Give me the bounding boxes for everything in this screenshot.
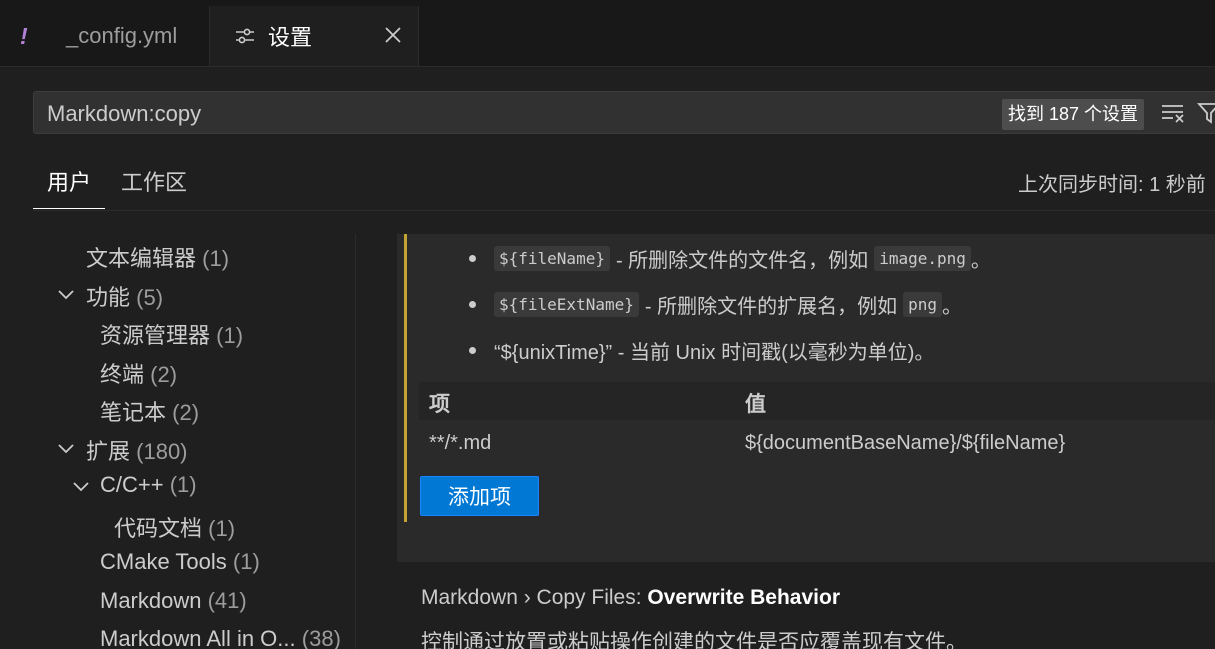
toc-item-cpp[interactable]: C/C++ (1) xyxy=(100,472,197,498)
chevron-down-icon[interactable] xyxy=(57,289,75,301)
toc-label: Markdown All in O... xyxy=(100,626,296,649)
sync-status: 上次同步时间: 1 秒前 xyxy=(1018,174,1206,196)
bullet-text: - 所删除文件的扩展名，例如 xyxy=(644,296,898,318)
code-variable: ${fileName} xyxy=(494,246,610,271)
toc-count: (38) xyxy=(301,626,341,649)
setting-title: Markdown › Copy Files: Overwrite Behavio… xyxy=(421,586,840,610)
toc-item-explorer[interactable]: 资源管理器 (1) xyxy=(100,318,243,350)
table-row[interactable]: **/*.md ${documentBaseName}/${fileName} xyxy=(419,422,1215,462)
toc-count: (1) xyxy=(169,472,197,497)
toc-label: 代码文档 xyxy=(114,516,203,541)
filter-icon[interactable] xyxy=(1197,101,1215,125)
tab-label: 设置 xyxy=(268,25,313,50)
toc-item-text-editor[interactable]: 文本编辑器 (1) xyxy=(86,241,229,273)
table-header: 项 值 xyxy=(419,382,1215,420)
toc-label: 笔记本 xyxy=(100,400,167,425)
toc-count: (180) xyxy=(136,439,188,464)
setting-description: 控制通过放置或粘贴操作创建的文件是否应覆盖现有文件。 xyxy=(421,631,967,649)
toc-count: (2) xyxy=(150,362,178,387)
list-item: “${unixTime}” - 当前 Unix 时间戳(以毫秒为单位)。 xyxy=(469,336,934,365)
bullet-text: “${unixTime}” - 当前 Unix 时间戳(以毫秒为单位)。 xyxy=(494,342,935,364)
settings-sliders-icon xyxy=(236,28,254,44)
toc-item-cmake-tools[interactable]: CMake Tools (1) xyxy=(100,549,260,575)
value-column-header: 值 xyxy=(745,393,766,416)
code-example: png xyxy=(903,292,942,317)
tab-config-yml[interactable]: ! _config.yml xyxy=(0,6,210,66)
toc-item-extensions[interactable]: 扩展 (180) xyxy=(86,434,188,466)
toc-item-features[interactable]: 功能 (5) xyxy=(86,280,163,312)
toc-label: 文本编辑器 xyxy=(86,246,197,271)
toc-count: (1) xyxy=(232,549,260,574)
chevron-down-icon[interactable] xyxy=(57,443,75,455)
code-example: image.png xyxy=(874,246,971,271)
code-variable: ${fileExtName} xyxy=(494,292,639,317)
key-column-header: 项 xyxy=(429,393,450,416)
bullet-end: 。 xyxy=(970,250,991,272)
settings-search-box: 找到 187 个设置 xyxy=(33,91,1215,134)
search-input[interactable] xyxy=(45,100,949,128)
bullet-end: 。 xyxy=(941,296,962,318)
bullet-dot xyxy=(469,347,476,354)
list-item: ${fileExtName} - 所删除文件的扩展名，例如 png 。 xyxy=(469,290,962,319)
toc-item-notebook[interactable]: 笔记本 (2) xyxy=(100,395,199,427)
tab-label: _config.yml xyxy=(66,23,178,48)
toc-label: C/C++ xyxy=(100,472,164,497)
toc-item-code-docs[interactable]: 代码文档 (1) xyxy=(114,511,235,543)
tab-workspace[interactable]: 工作区 xyxy=(107,168,201,208)
modified-indicator xyxy=(404,234,407,522)
toc-item-terminal[interactable]: 终端 (2) xyxy=(100,357,177,389)
tab-settings[interactable]: 设置 xyxy=(210,6,419,66)
toc-item-markdown[interactable]: Markdown (41) xyxy=(100,588,247,614)
toc-count: (1) xyxy=(202,246,230,271)
bullet-dot xyxy=(469,255,476,262)
toc-count: (5) xyxy=(136,285,164,310)
row-value: ${documentBaseName}/${fileName} xyxy=(745,432,1066,454)
toc-label: Markdown xyxy=(100,588,202,613)
list-item: ${fileName} - 所删除文件的文件名，例如 image.png 。 xyxy=(469,244,991,273)
clear-filter-icon[interactable] xyxy=(1161,103,1185,123)
settings-toc: 文本编辑器 (1) 功能 (5) 资源管理器 (1) 终端 (2) 笔记本 (2… xyxy=(0,234,355,649)
toc-count: (2) xyxy=(172,400,200,425)
toc-label: 终端 xyxy=(100,362,145,387)
toc-count: (1) xyxy=(216,323,244,348)
add-item-button[interactable]: 添加项 xyxy=(420,476,539,516)
close-icon[interactable] xyxy=(382,24,404,46)
toc-item-markdown-all-in-one[interactable]: Markdown All in O... (38) xyxy=(100,626,341,649)
settings-content: ${fileName} - 所删除文件的文件名，例如 image.png 。 $… xyxy=(355,234,1215,649)
bullet-dot xyxy=(469,301,476,308)
setting-name: Overwrite Behavior xyxy=(647,586,840,609)
toc-label: 资源管理器 xyxy=(100,323,211,348)
toc-label: 功能 xyxy=(86,285,131,310)
tab-user[interactable]: 用户 xyxy=(33,168,106,209)
editor-tab-bar: ! _config.yml 设置 xyxy=(0,0,1215,67)
toc-count: (41) xyxy=(207,588,247,613)
bullet-text: - 所删除文件的文件名，例如 xyxy=(615,250,869,272)
toc-label: CMake Tools xyxy=(100,549,227,574)
setting-category: Markdown › Copy Files: xyxy=(421,586,648,609)
results-count-badge: 找到 187 个设置 xyxy=(1002,99,1145,130)
toc-label: 扩展 xyxy=(86,439,131,464)
settings-scope-tabs: 用户 工作区 上次同步时间: 1 秒前 xyxy=(33,160,1215,211)
row-key: **/*.md xyxy=(429,432,492,454)
yaml-exclamation-icon: ! xyxy=(20,22,28,49)
chevron-down-icon[interactable] xyxy=(72,481,90,493)
toc-count: (1) xyxy=(208,516,236,541)
